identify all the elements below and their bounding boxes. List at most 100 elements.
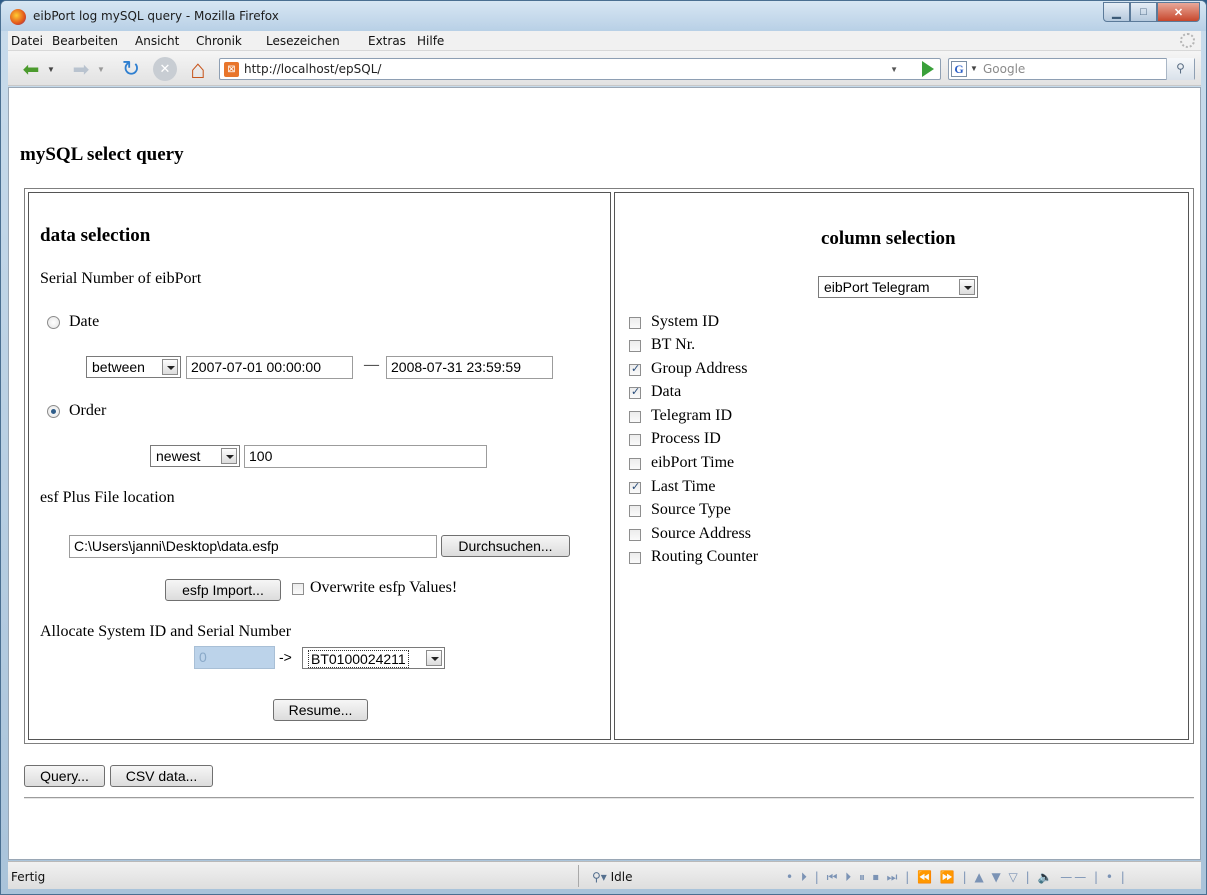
window-controls: ▁ □ ✕ xyxy=(1103,2,1200,22)
order-mode-select[interactable]: newest xyxy=(150,445,240,467)
url-history-dropdown-icon[interactable]: ▼ xyxy=(890,65,898,74)
column-label-system-id: System ID xyxy=(651,313,719,330)
table-select[interactable]: eibPort Telegram xyxy=(818,276,978,298)
column-label-last-time: Last Time xyxy=(651,478,716,495)
back-icon[interactable]: ⬅ xyxy=(18,57,44,81)
overwrite-label: Overwrite esfp Values! xyxy=(310,579,458,596)
menu-bearbeiten[interactable]: Bearbeiten xyxy=(52,34,118,48)
title-bar: eibPort log mySQL query - Mozilla Firefo… xyxy=(1,1,1206,31)
date-from-input[interactable]: 2007-07-01 00:00:00 xyxy=(186,356,353,379)
forward-history-dropdown-icon[interactable]: ▼ xyxy=(96,60,106,78)
allocate-arrow: -> xyxy=(279,649,292,665)
media-controls[interactable]: • ⏵ | ⏮ ⏵ ⏸ ⏹ ⏭ | ⏪ ⏩ | ▲ ▼ ▽ | 🔈 —— | •… xyxy=(786,870,1127,885)
forward-icon[interactable]: ➡ xyxy=(68,57,94,81)
search-input[interactable]: Google xyxy=(983,62,1025,76)
esfp-import-button[interactable]: esfp Import... xyxy=(165,579,281,601)
table-select-value: eibPort Telegram xyxy=(824,279,930,295)
resume-button[interactable]: Resume... xyxy=(273,699,368,721)
date-mode-value: between xyxy=(92,359,145,375)
column-label-group-address: Group Address xyxy=(651,360,748,377)
browse-button[interactable]: Durchsuchen... xyxy=(441,535,570,557)
page-title: mySQL select query xyxy=(20,144,184,165)
column-checkbox-process-id[interactable] xyxy=(629,434,641,446)
navigation-toolbar: ⬅ ▼ ➡ ▼ ↻ ✕ ⌂ ⊠ http://localhost/epSQL/ … xyxy=(8,51,1201,86)
column-label-bt-nr: BT Nr. xyxy=(651,336,696,353)
url-text[interactable]: http://localhost/epSQL/ xyxy=(244,62,381,76)
order-label: Order xyxy=(69,402,107,419)
horizontal-rule xyxy=(24,797,1194,799)
menu-lesezeichen[interactable]: Lesezeichen xyxy=(266,34,340,48)
csv-data-button[interactable]: CSV data... xyxy=(110,765,213,787)
column-checkbox-data[interactable] xyxy=(629,385,641,399)
column-checkbox-group-address[interactable] xyxy=(629,362,641,376)
esf-path-input[interactable]: C:\Users\janni\Desktop\data.esfp xyxy=(69,535,437,558)
date-radio[interactable] xyxy=(47,316,60,329)
menu-ansicht[interactable]: Ansicht xyxy=(135,34,179,48)
window-title: eibPort log mySQL query - Mozilla Firefo… xyxy=(33,9,279,23)
maximize-button[interactable]: □ xyxy=(1130,2,1157,22)
column-checkbox-telegram-id[interactable] xyxy=(629,411,641,423)
page-content: mySQL select query data selection Serial… xyxy=(8,87,1201,860)
google-engine-icon[interactable]: G xyxy=(951,61,967,77)
menu-datei[interactable]: Datei xyxy=(11,34,43,48)
date-to-input[interactable]: 2008-07-31 23:59:59 xyxy=(386,356,553,379)
home-icon[interactable]: ⌂ xyxy=(184,54,212,84)
date-label: Date xyxy=(69,313,100,330)
serial-number-value: BT0100024211 xyxy=(308,650,409,668)
search-status-icon: ⚲▾ xyxy=(592,870,611,884)
order-radio[interactable] xyxy=(47,405,60,418)
query-button[interactable]: Query... xyxy=(24,765,105,787)
status-idle-label: Idle xyxy=(610,870,633,884)
column-label-routing-counter: Routing Counter xyxy=(651,548,759,565)
chevron-down-icon xyxy=(426,650,442,666)
esf-location-label: esf Plus File location xyxy=(40,489,175,506)
status-text: Fertig xyxy=(11,870,46,884)
menu-bar: Datei Bearbeiten Ansicht Chronik Lesezei… xyxy=(8,31,1201,51)
go-icon[interactable] xyxy=(922,61,934,77)
back-history-dropdown-icon[interactable]: ▼ xyxy=(46,60,56,78)
system-id-input: 0 xyxy=(194,646,275,669)
column-checkbox-eibport-time[interactable] xyxy=(629,458,641,470)
column-checkbox-system-id[interactable] xyxy=(629,317,641,329)
stop-icon[interactable]: ✕ xyxy=(153,57,177,81)
chevron-down-icon xyxy=(221,448,237,464)
column-checkbox-source-type[interactable] xyxy=(629,505,641,517)
overwrite-checkbox[interactable] xyxy=(292,583,304,595)
column-label-process-id: Process ID xyxy=(651,430,721,447)
order-mode-value: newest xyxy=(156,448,201,464)
site-favicon-icon: ⊠ xyxy=(224,62,239,77)
allocate-label: Allocate System ID and Serial Number xyxy=(40,623,292,640)
column-selection-panel: column selection eibPort Telegram System… xyxy=(614,192,1189,740)
column-label-source-address: Source Address xyxy=(651,525,751,542)
firefox-icon xyxy=(10,9,26,25)
data-selection-panel: data selection Serial Number of eibPort … xyxy=(28,192,611,740)
menu-hilfe[interactable]: Hilfe xyxy=(417,34,444,48)
serial-number-select[interactable]: BT0100024211 xyxy=(302,647,445,669)
column-checkbox-source-address[interactable] xyxy=(629,529,641,541)
chevron-down-icon xyxy=(162,359,178,375)
throbber-icon xyxy=(1180,33,1195,48)
column-label-data: Data xyxy=(651,383,682,400)
column-checkbox-routing-counter[interactable] xyxy=(629,552,641,564)
status-divider xyxy=(578,865,579,887)
data-selection-heading: data selection xyxy=(40,225,151,246)
column-label-source-type: Source Type xyxy=(651,501,731,518)
search-icon[interactable]: ⚲ xyxy=(1166,58,1194,80)
menu-extras[interactable]: Extras xyxy=(368,34,406,48)
serial-number-label: Serial Number of eibPort xyxy=(40,270,202,287)
status-bar: Fertig ⚲▾ Idle • ⏵ | ⏮ ⏵ ⏸ ⏹ ⏭ | ⏪ ⏩ | ▲… xyxy=(8,861,1201,889)
date-mode-select[interactable]: between xyxy=(86,356,181,378)
order-count-input[interactable]: 100 xyxy=(244,445,487,468)
date-range-separator: — xyxy=(364,357,379,373)
minimize-button[interactable]: ▁ xyxy=(1103,2,1130,22)
search-engine-dropdown-icon[interactable]: ▼ xyxy=(970,64,978,73)
query-form-table: data selection Serial Number of eibPort … xyxy=(24,188,1194,744)
search-bar[interactable]: G ▼ Google ⚲ xyxy=(948,58,1195,80)
column-label-telegram-id: Telegram ID xyxy=(651,407,733,424)
column-checkbox-bt-nr[interactable] xyxy=(629,340,641,352)
column-checkbox-last-time[interactable] xyxy=(629,480,641,494)
menu-chronik[interactable]: Chronik xyxy=(196,34,242,48)
close-button[interactable]: ✕ xyxy=(1157,2,1200,22)
url-bar[interactable]: ⊠ http://localhost/epSQL/ ▼ xyxy=(219,58,941,80)
reload-icon[interactable]: ↻ xyxy=(118,56,144,82)
